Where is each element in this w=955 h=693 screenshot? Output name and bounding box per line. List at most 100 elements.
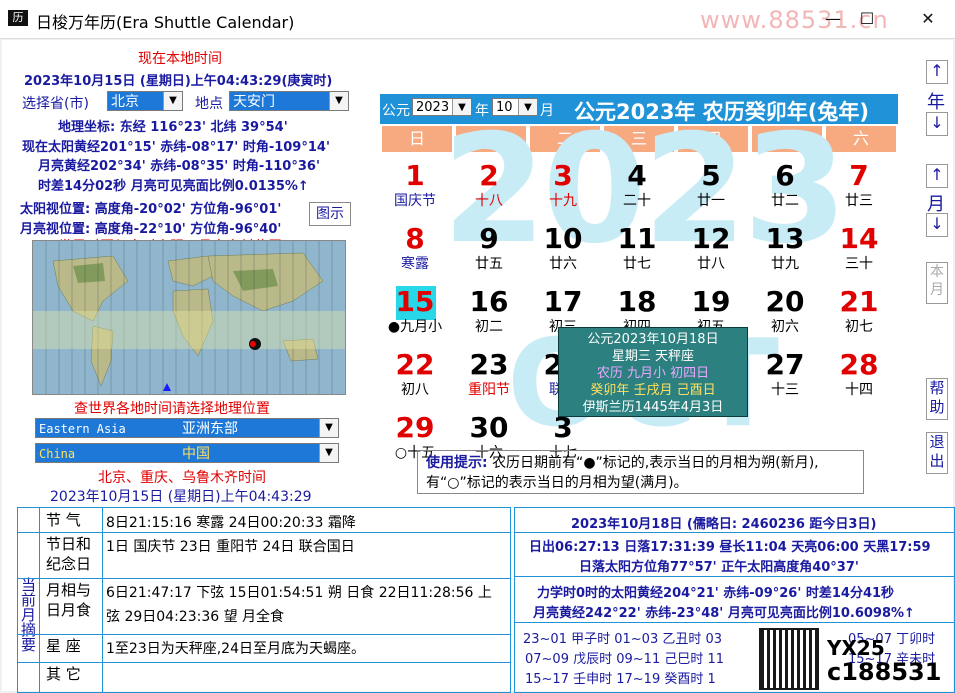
- day-cell[interactable]: 7 廿三: [822, 160, 896, 222]
- day-number: 7: [849, 159, 869, 192]
- year-down-button[interactable]: ↓: [926, 112, 948, 136]
- day-number: 22: [395, 348, 435, 381]
- day-cell[interactable]: 2 十八: [452, 160, 526, 222]
- lunar-date: 十八: [475, 193, 503, 209]
- lunar-date: 初六: [771, 319, 799, 335]
- lunar-date: 二十: [623, 193, 651, 209]
- summary-label: 节日和纪念日: [46, 535, 92, 573]
- maximize-icon[interactable]: ☐: [852, 8, 882, 30]
- day-cell[interactable]: 14 三十: [822, 223, 896, 285]
- lunar-date: 重阳节: [468, 382, 510, 398]
- local-time-title: 现在本地时间: [138, 51, 222, 67]
- summary-value: 8日21:15:16 寒露 24日00:20:33 霜降: [106, 515, 356, 531]
- day-cell[interactable]: 9 廿五: [452, 223, 526, 285]
- day-cell[interactable]: 1 国庆节: [378, 160, 452, 222]
- minimize-icon[interactable]: —: [818, 8, 848, 30]
- day-cell[interactable]: 4 二十: [600, 160, 674, 222]
- lunar-date: 廿三: [845, 193, 873, 209]
- place-select[interactable]: 天安门 ▼: [229, 91, 349, 111]
- day-number: 27: [765, 348, 805, 381]
- usage-tip: 使用提示: 农历日期前有“●”标记的,表示当日的月相为朔(新月),有“○”标记的…: [417, 450, 864, 494]
- exit-button[interactable]: 退出: [926, 432, 948, 474]
- moon-ecliptic: 月亮黄经202°34' 赤纬-08°35' 时角-110°36': [38, 159, 320, 174]
- day-number: 29: [395, 411, 435, 444]
- lunar-date: 三十: [845, 256, 873, 272]
- place-label: 地点: [195, 96, 223, 112]
- lunar-date: 寒露: [401, 256, 429, 272]
- lunar-date: 初八: [401, 382, 429, 398]
- city-list: 北京、重庆、乌鲁木齐时间: [98, 470, 266, 486]
- day-number: 5: [701, 159, 721, 192]
- time-difference: 时差14分02秒 月亮可见亮面比例0.0135%↑: [38, 179, 309, 194]
- summary-label: 月相与日月食: [46, 581, 92, 619]
- this-month-button[interactable]: 本月: [926, 262, 948, 304]
- local-time: 2023年10月15日 (星期日)上午04:43:29(庚寅时): [24, 74, 333, 89]
- day-cell[interactable]: 27 十三: [748, 349, 822, 411]
- day-number: 23: [469, 348, 509, 381]
- tooltip-date: 公元2023年10月18日: [587, 332, 719, 347]
- calendar-app-icon[interactable]: 历: [8, 10, 28, 26]
- close-icon[interactable]: ✕: [913, 8, 943, 30]
- year-up-button[interactable]: ↑: [926, 60, 948, 84]
- day-number: 20: [765, 285, 805, 318]
- month-down-button[interactable]: ↓: [926, 213, 948, 237]
- qr-code-icon: [759, 628, 819, 690]
- month-summary-panel: 当前月摘要 节 气 8日21:15:16 寒露 24日00:20:33 霜降 节日和…: [17, 507, 511, 693]
- country-select[interactable]: China 中国 ▼: [35, 443, 339, 463]
- day-cell[interactable]: 3 十九: [526, 160, 600, 222]
- region-select[interactable]: Eastern Asia 亚洲东部 ▼: [35, 418, 339, 438]
- day-detail-panel: 2023年10月18日 (儒略日: 2460236 距今日3日) 日出06:27…: [514, 507, 955, 693]
- province-value: 北京: [111, 94, 139, 110]
- tooltip-lunar: 农历 九月小 初四日: [596, 366, 710, 381]
- day-cell[interactable]: 15 ●九月小: [378, 286, 452, 348]
- lunar-date: 十三: [771, 382, 799, 398]
- day-number: 15: [395, 285, 435, 318]
- tooltip-weekday: 星期三 天秤座: [611, 349, 695, 364]
- chevron-down-icon[interactable]: ▼: [319, 444, 338, 462]
- detail-sun-times: 日出06:27:13 日落17:31:39 昼长11:04 天亮06:00 天黑…: [529, 540, 931, 555]
- day-cell[interactable]: 8 寒露: [378, 223, 452, 285]
- detail-hours-1: 23~01 甲子时 01~03 乙丑时 03: [523, 632, 723, 647]
- day-cell[interactable]: 12 廿八: [674, 223, 748, 285]
- tooltip-islamic: 伊斯兰历1445年4月3日: [582, 400, 724, 415]
- day-cell[interactable]: 11 廿七: [600, 223, 674, 285]
- day-cell[interactable]: 22 初八: [378, 349, 452, 411]
- chevron-down-icon[interactable]: ▼: [163, 92, 182, 110]
- map-button[interactable]: 图示: [309, 202, 351, 226]
- lunar-date: 十四: [845, 382, 873, 398]
- chevron-down-icon[interactable]: ▼: [319, 419, 338, 437]
- day-cell[interactable]: 13 廿九: [748, 223, 822, 285]
- day-number: 8: [405, 222, 425, 255]
- watermark-bottom: c188531: [827, 658, 942, 686]
- day-number: 18: [617, 285, 657, 318]
- sun-ecliptic: 现在太阳黄经201°15' 赤纬-08°17' 时角-109°14': [22, 140, 330, 155]
- day-cell[interactable]: 16 初二: [452, 286, 526, 348]
- day-cell[interactable]: 20 初六: [748, 286, 822, 348]
- lunar-date: 十九: [549, 193, 577, 209]
- region-cn: 亚洲东部: [182, 421, 238, 437]
- chevron-down-icon[interactable]: ▼: [329, 92, 348, 110]
- lunar-date: ●九月小: [387, 319, 443, 335]
- sun-position: 太阳视位置: 高度角-20°02' 方位角-96°01': [20, 202, 282, 217]
- day-number: 4: [627, 159, 647, 192]
- day-cell[interactable]: 28 十四: [822, 349, 896, 411]
- lunar-date: 廿五: [475, 256, 503, 272]
- province-label: 选择省(市): [22, 96, 89, 112]
- day-number: 9: [479, 222, 499, 255]
- day-cell[interactable]: 10 廿六: [526, 223, 600, 285]
- day-cell[interactable]: 21 初七: [822, 286, 896, 348]
- day-cell[interactable]: 5 廿一: [674, 160, 748, 222]
- tip-title: 使用提示:: [426, 455, 488, 471]
- region-en: Eastern Asia: [39, 422, 126, 436]
- title-bar: 历 日梭万年历(Era Shuttle Calendar) www.88531.…: [0, 0, 955, 39]
- detail-date: 2023年10月18日 (儒略日: 2460236 距今日3日): [571, 517, 877, 532]
- help-button[interactable]: 帮助: [926, 378, 948, 420]
- day-cell[interactable]: 6 廿二: [748, 160, 822, 222]
- day-cell[interactable]: 23 重阳节: [452, 349, 526, 411]
- detail-moon: 月亮黄经242°22' 赤纬-23°48' 月亮可见亮面比例10.6098%↑: [533, 606, 915, 621]
- month-up-button[interactable]: ↑: [926, 164, 948, 188]
- geo-coordinates: 地理坐标: 东经 116°23' 北纬 39°54': [58, 120, 288, 135]
- province-select[interactable]: 北京 ▼: [107, 91, 183, 111]
- world-timezone-map[interactable]: [32, 240, 346, 395]
- detail-hours-2: 07~09 戊辰时 09~11 己巳时 11: [525, 652, 725, 667]
